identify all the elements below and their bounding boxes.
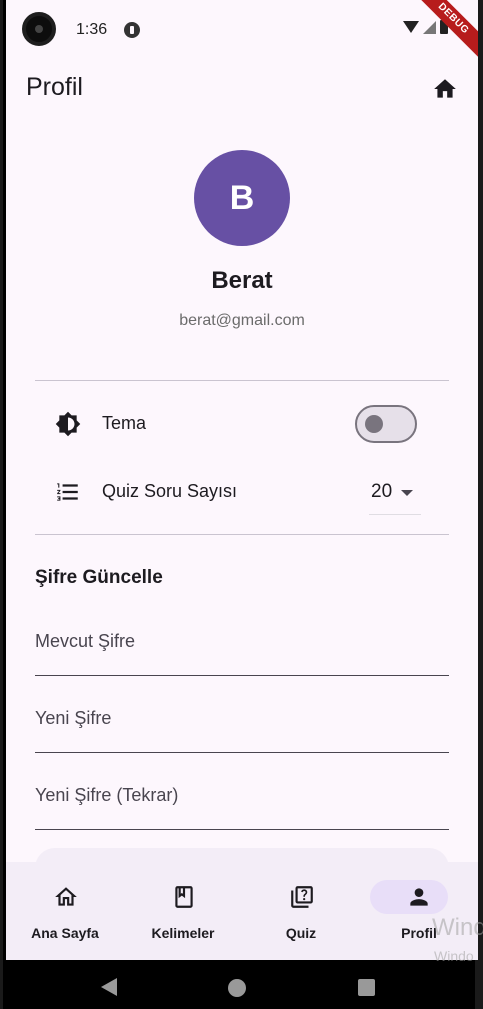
system-home-icon[interactable] <box>228 979 246 997</box>
divider <box>35 380 449 381</box>
app-bar: Profil <box>6 60 478 116</box>
windows-watermark: Wind <box>432 914 483 941</box>
nav-label-words: Kelimeler <box>151 925 215 941</box>
status-indicators <box>403 20 448 34</box>
nav-label-quiz: Quiz <box>285 925 317 941</box>
new-password-field[interactable]: Yeni Şifre <box>35 695 449 753</box>
nav-item-words[interactable]: Kelimeler <box>124 862 242 960</box>
bottom-navigation-bar: Ana Sayfa Kelimeler Quiz Profil <box>6 862 478 960</box>
divider <box>35 534 449 535</box>
avatar: B <box>194 150 290 246</box>
password-section-title: Şifre Güncelle <box>35 567 163 588</box>
quiz-count-setting-row: Quiz Soru Sayısı 20 <box>35 463 449 519</box>
status-time: 1:36 <box>76 21 108 38</box>
new-password-placeholder: Yeni Şifre <box>35 708 112 728</box>
app-screen: 1:36 DEBUG Profil B Berat berat@gmail.co… <box>6 0 478 960</box>
camera-cutout <box>22 12 56 46</box>
current-password-placeholder: Mevcut Şifre <box>35 631 136 651</box>
back-icon[interactable] <box>101 978 117 996</box>
repeat-password-field[interactable]: Yeni Şifre (Tekrar) <box>35 772 449 830</box>
nav-label-home: Ana Sayfa <box>31 925 99 941</box>
nav-item-profile[interactable]: Profil <box>360 862 478 960</box>
theme-label: Tema <box>102 413 147 433</box>
recent-apps-icon[interactable] <box>358 979 375 996</box>
quiz-count-value: 20 <box>371 481 393 502</box>
theme-setting-row[interactable]: Tema <box>35 395 449 451</box>
signal-icon <box>423 20 436 34</box>
notification-app-icon <box>124 22 140 38</box>
home-icon[interactable] <box>432 76 458 102</box>
windows-watermark-sub: Windo <box>434 948 474 964</box>
current-password-field[interactable]: Mevcut Şifre <box>35 618 449 676</box>
nav-item-home[interactable]: Ana Sayfa <box>6 862 124 960</box>
user-email: berat@gmail.com <box>179 312 305 329</box>
quiz-count-label: Quiz Soru Sayısı <box>102 481 238 501</box>
list-icon <box>57 483 78 501</box>
system-navigation-bar <box>3 960 475 1009</box>
quiz-icon <box>291 886 313 908</box>
bookmark-book-icon <box>175 886 193 908</box>
person-icon <box>410 888 428 906</box>
home-outline-icon <box>55 887 77 906</box>
status-bar: 1:36 DEBUG <box>6 0 478 65</box>
theme-toggle[interactable] <box>355 405 417 443</box>
wifi-icon <box>403 21 419 33</box>
page-title: Profil <box>26 73 83 101</box>
quiz-count-dropdown[interactable]: 20 <box>369 467 421 515</box>
device-frame: 1:36 DEBUG Profil B Berat berat@gmail.co… <box>3 0 478 1009</box>
brightness-icon <box>55 411 81 437</box>
nav-item-quiz[interactable]: Quiz <box>242 862 360 960</box>
toggle-thumb <box>365 415 383 433</box>
user-name: Berat <box>211 267 273 294</box>
chevron-down-icon <box>401 490 413 496</box>
repeat-password-placeholder: Yeni Şifre (Tekrar) <box>35 785 179 805</box>
